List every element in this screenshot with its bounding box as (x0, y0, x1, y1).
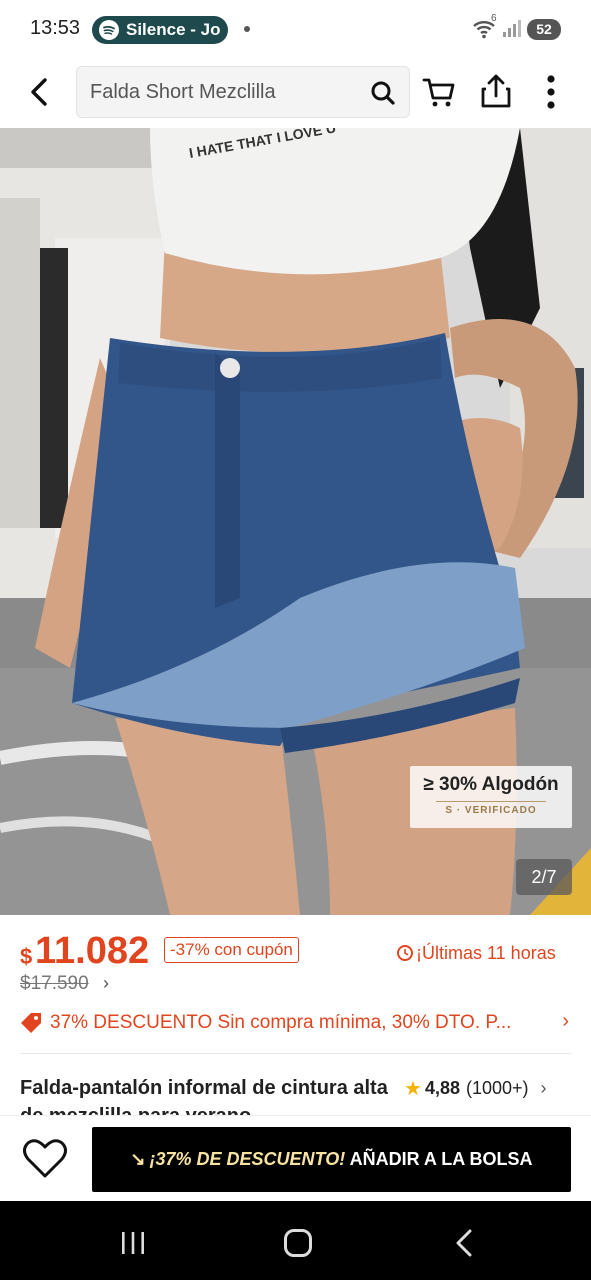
deal-timer: ¡Últimas 11 horas (397, 943, 556, 964)
system-nav-bar (0, 1201, 591, 1280)
price-value: 11.082 (35, 930, 150, 972)
trend-down-icon: ↘ (130, 1149, 146, 1169)
bag-label: AÑADIR A LA BOLSA (345, 1149, 533, 1169)
add-to-bag-button[interactable]: ↘ ¡37% DE DESCUENTO! AÑADIR A LA BOLSA (92, 1127, 571, 1192)
rating-value: 4,88 (424, 1078, 460, 1098)
coupon-badge[interactable]: -37% con cupón (164, 937, 299, 963)
nav-back-icon[interactable] (454, 1229, 474, 1257)
media-pill[interactable]: Silence - Jo (92, 16, 228, 44)
promo-text: 37% DESCUENTO Sin compra mínima, 30% DTO… (50, 1012, 512, 1033)
clock-icon (397, 945, 413, 961)
product-title: Falda-pantalón informal de cintura alta … (20, 1077, 388, 1116)
signal-icon (502, 20, 522, 43)
divider (20, 1053, 571, 1054)
cotton-verified-badge: ≥ 30% Algodón S · VERIFICADO (410, 766, 572, 828)
battery-indicator: 52 (527, 19, 561, 40)
bag-discount-label: ¡37% DE DESCUENTO! (149, 1149, 346, 1169)
action-bar: ↘ ¡37% DE DESCUENTO! AÑADIR A LA BOLSA (0, 1115, 591, 1201)
notification-dot-icon (244, 26, 250, 32)
share-icon[interactable] (478, 72, 514, 110)
status-bar: 13:53 Silence - Jo 6 52 (0, 0, 591, 60)
verified-label: S · VERIFICADO (445, 805, 537, 816)
timer-label: ¡Últimas 11 horas (416, 943, 556, 963)
star-icon: ★ (404, 1078, 422, 1100)
price-currency: $ (20, 944, 33, 969)
price-details-chevron-icon[interactable]: › (103, 973, 109, 994)
chevron-right-icon: › (540, 1078, 547, 1098)
promo-row[interactable]: 37% DESCUENTO Sin compra mínima, 30% DTO… (20, 1008, 571, 1038)
tag-icon (20, 1012, 42, 1034)
search-query: Falda Short Mezclilla (90, 81, 276, 103)
badge-divider (436, 801, 546, 802)
top-bar: Falda Short Mezclilla (0, 60, 591, 128)
back-arrow-icon[interactable] (22, 74, 58, 110)
cotton-badge-label: ≥ 30% Algodón (423, 774, 559, 795)
recent-apps-icon[interactable] (120, 1231, 146, 1255)
cart-icon[interactable] (422, 74, 458, 110)
product-image[interactable]: I HATE THAT I LOVE U ≥ 30% Algodón S · V… (0, 128, 591, 915)
spotify-icon (99, 20, 119, 40)
image-counter: 2/7 (516, 859, 572, 895)
search-input[interactable]: Falda Short Mezclilla (76, 66, 410, 118)
wifi-badge: 6 (491, 13, 497, 24)
search-icon[interactable] (369, 79, 397, 107)
rating-summary[interactable]: ★ 4,88 (1000+) › (404, 1076, 547, 1102)
chevron-right-icon: › (562, 1010, 569, 1032)
media-pill-label: Silence - Jo (126, 20, 221, 39)
original-price: $17.590 (20, 973, 89, 994)
more-vertical-icon[interactable] (538, 72, 564, 112)
review-count: (1000+) (465, 1078, 529, 1098)
wishlist-heart-icon[interactable] (22, 1138, 68, 1180)
home-icon[interactable] (284, 1229, 312, 1257)
status-time: 13:53 (30, 17, 81, 39)
